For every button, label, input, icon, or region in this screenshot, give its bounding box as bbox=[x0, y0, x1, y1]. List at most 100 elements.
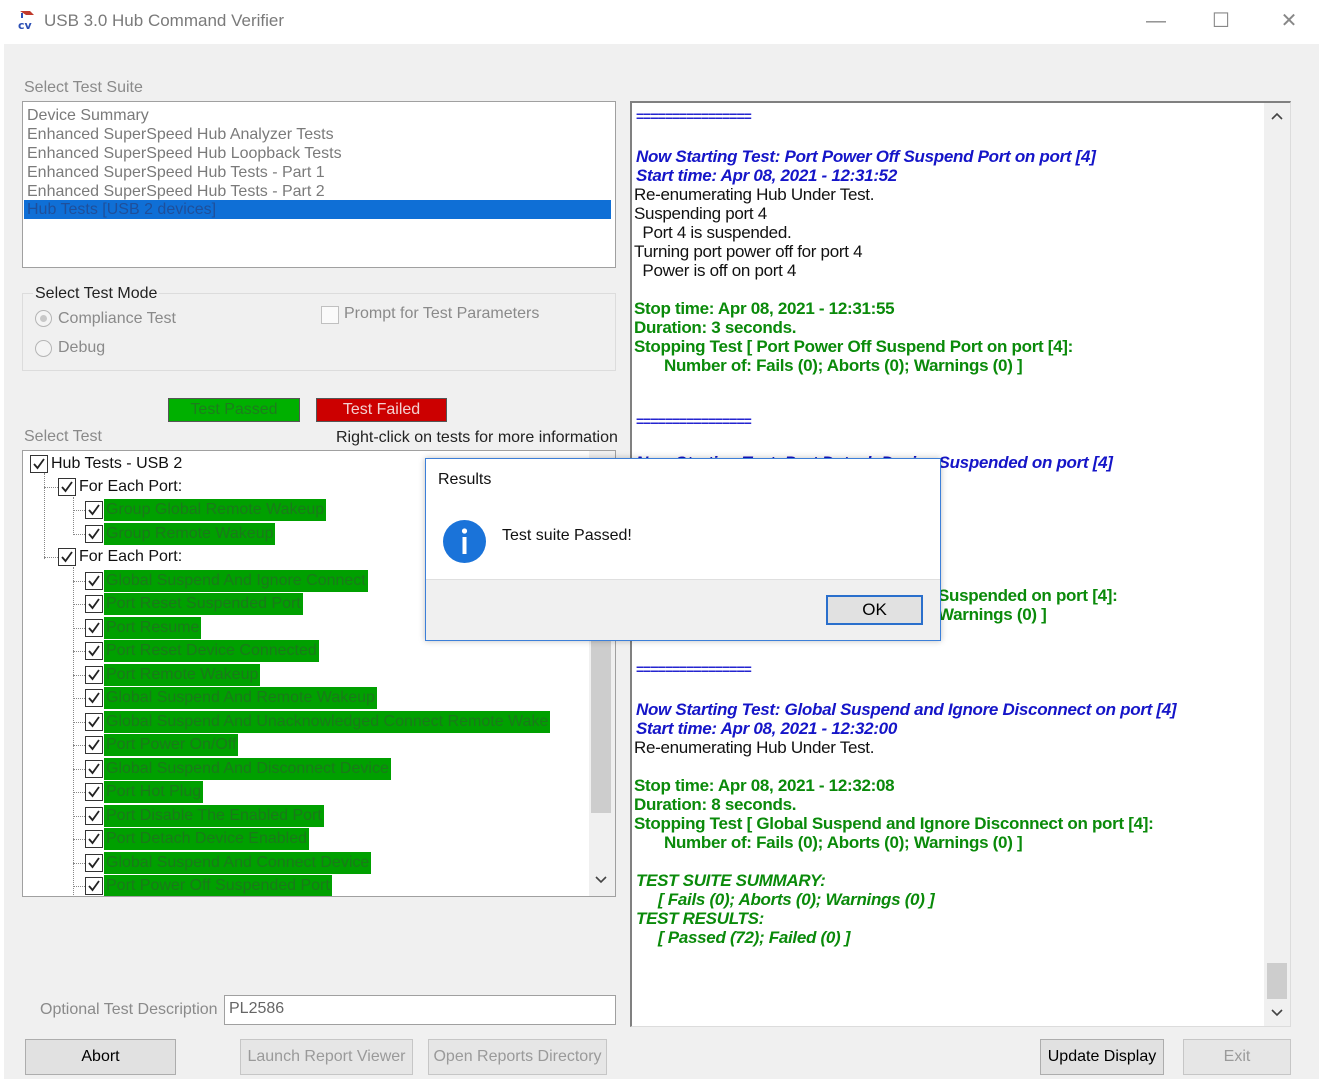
tree-checkbox[interactable] bbox=[85, 807, 103, 825]
results-line: [ Passed (72); Failed (0) ] bbox=[658, 928, 851, 947]
log-start-time: Start time: Apr 08, 2021 - 12:32:00 bbox=[636, 719, 897, 738]
test-item[interactable]: Global Suspend And Unacknowledged Connec… bbox=[104, 711, 551, 733]
tree-checkbox[interactable] bbox=[85, 689, 103, 707]
tree-checkbox[interactable] bbox=[85, 666, 103, 684]
tree-checkbox[interactable] bbox=[85, 619, 103, 637]
log-stopping: Suspended on port [4]: bbox=[938, 586, 1118, 605]
log-counts: Number of: Fails (0); Aborts (0); Warnin… bbox=[664, 356, 1023, 375]
test-item[interactable]: Port Remote Wakeup bbox=[104, 664, 261, 686]
tree-checkbox[interactable] bbox=[85, 830, 103, 848]
tree-group-node[interactable]: For Each Port: bbox=[79, 546, 182, 568]
suite-item-selected[interactable]: Hub Tests [USB 2 devices] bbox=[24, 200, 611, 219]
tree-checkbox[interactable] bbox=[85, 501, 103, 519]
test-item[interactable]: Global Suspend And Disconnect Device bbox=[104, 758, 391, 780]
tree-checkbox[interactable] bbox=[85, 572, 103, 590]
tree-checkbox[interactable] bbox=[85, 854, 103, 872]
tree-checkbox[interactable] bbox=[85, 877, 103, 895]
select-test-label: Select Test bbox=[24, 428, 102, 445]
suite-item[interactable]: Enhanced SuperSpeed Hub Tests - Part 2 bbox=[27, 182, 325, 201]
test-item[interactable]: Port Power Off Suspended Port bbox=[104, 875, 332, 896]
test-item[interactable]: Port Resume bbox=[104, 617, 202, 639]
svg-text:cv: cv bbox=[18, 19, 33, 31]
log-scrollbar[interactable] bbox=[1264, 103, 1290, 1026]
suite-item[interactable]: Device Summary bbox=[27, 106, 149, 125]
test-item[interactable]: Group Remote Wakeup bbox=[104, 523, 276, 545]
tree-checkbox[interactable] bbox=[85, 713, 103, 731]
select-test-suite-label: Select Test Suite bbox=[24, 79, 143, 96]
test-suite-list[interactable]: Device Summary Enhanced SuperSpeed Hub A… bbox=[22, 101, 616, 268]
results-title: TEST RESULTS: bbox=[636, 909, 765, 928]
scroll-up-icon[interactable] bbox=[1271, 111, 1283, 121]
tree-checkbox[interactable] bbox=[85, 595, 103, 613]
log-separator: ================ bbox=[636, 661, 752, 677]
test-item[interactable]: Port Reset Suspended Port bbox=[104, 593, 303, 615]
test-item[interactable]: Port Hot Plug bbox=[104, 781, 204, 803]
log-scroll-thumb[interactable] bbox=[1267, 963, 1287, 999]
tree-scroll-thumb[interactable] bbox=[591, 621, 611, 813]
prompt-checkbox[interactable] bbox=[321, 306, 339, 324]
test-item[interactable]: Port Reset Device Connected bbox=[104, 640, 319, 662]
suite-item[interactable]: Enhanced SuperSpeed Hub Loopback Tests bbox=[27, 144, 342, 163]
title-bar: cv USB 3.0 Hub Command Verifier — ☐ ✕ bbox=[0, 0, 1319, 44]
log-line: Re-enumerating Hub Under Test. bbox=[634, 185, 875, 204]
tree-checkbox[interactable] bbox=[30, 455, 48, 473]
tree-checkbox[interactable] bbox=[58, 478, 76, 496]
tree-checkbox[interactable] bbox=[58, 548, 76, 566]
log-counts: Warnings (0) ] bbox=[938, 605, 1047, 624]
debug-radio[interactable] bbox=[35, 340, 52, 357]
tree-checkbox[interactable] bbox=[85, 642, 103, 660]
log-start-line: Now Starting Test: Global Suspend and Ig… bbox=[636, 700, 1177, 719]
test-item[interactable]: Global Suspend And Ignore Connect bbox=[104, 570, 368, 592]
minimize-button[interactable]: — bbox=[1141, 8, 1171, 34]
summary-line: [ Fails (0); Aborts (0); Warnings (0) ] bbox=[658, 890, 935, 909]
update-display-button[interactable]: Update Display bbox=[1040, 1039, 1164, 1075]
info-icon bbox=[442, 519, 487, 564]
test-item[interactable]: Port Detach Device Enabled bbox=[104, 828, 309, 850]
log-separator: ================ bbox=[636, 413, 752, 429]
window-title: USB 3.0 Hub Command Verifier bbox=[44, 11, 284, 30]
tree-checkbox[interactable] bbox=[85, 525, 103, 543]
dialog-footer: OK bbox=[426, 579, 940, 640]
log-counts: Number of: Fails (0); Aborts (0); Warnin… bbox=[664, 833, 1023, 852]
ok-button[interactable]: OK bbox=[826, 595, 923, 625]
prompt-label: Prompt for Test Parameters bbox=[344, 305, 540, 322]
tree-checkbox[interactable] bbox=[85, 783, 103, 801]
log-line: Port 4 is suspended. bbox=[638, 223, 792, 242]
abort-button[interactable]: Abort bbox=[25, 1039, 176, 1075]
log-start-line: Now Starting Test: Port Power Off Suspen… bbox=[636, 147, 1096, 166]
test-item[interactable]: Global Suspend And Remote Wakeup bbox=[104, 687, 377, 709]
tree-group-node[interactable]: For Each Port: bbox=[79, 476, 182, 498]
log-stop-time: Stop time: Apr 08, 2021 - 12:31:55 bbox=[634, 299, 895, 318]
tree-checkbox[interactable] bbox=[85, 736, 103, 754]
suite-item[interactable]: Enhanced SuperSpeed Hub Analyzer Tests bbox=[27, 125, 334, 144]
launch-report-viewer-button[interactable]: Launch Report Viewer bbox=[240, 1039, 413, 1075]
dialog-title: Results bbox=[438, 471, 492, 488]
test-item[interactable]: Port Power On/Off bbox=[104, 734, 239, 756]
log-stop-time: Stop time: Apr 08, 2021 - 12:32:08 bbox=[634, 776, 895, 795]
scroll-down-icon[interactable] bbox=[595, 875, 607, 885]
test-failed-legend: Test Failed bbox=[316, 398, 447, 422]
description-label: Optional Test Description bbox=[40, 1001, 218, 1018]
exit-button[interactable]: Exit bbox=[1183, 1039, 1291, 1075]
test-item[interactable]: Group Global Remote Wakeup bbox=[104, 499, 327, 521]
dialog-message: Test suite Passed! bbox=[502, 527, 632, 544]
maximize-button[interactable]: ☐ bbox=[1206, 8, 1236, 34]
log-line: Turning port power off for port 4 bbox=[634, 242, 863, 261]
tree-checkbox[interactable] bbox=[85, 760, 103, 778]
close-button[interactable]: ✕ bbox=[1274, 8, 1304, 34]
compliance-radio[interactable] bbox=[35, 310, 52, 327]
scroll-down-icon[interactable] bbox=[1271, 1008, 1283, 1018]
compliance-label: Compliance Test bbox=[58, 310, 176, 327]
suite-item[interactable]: Enhanced SuperSpeed Hub Tests - Part 1 bbox=[27, 163, 325, 182]
log-start-time: Start time: Apr 08, 2021 - 12:31:52 bbox=[636, 166, 897, 185]
tree-root-node[interactable]: Hub Tests - USB 2 bbox=[51, 453, 182, 475]
log-separator: ================ bbox=[636, 108, 752, 124]
right-click-hint: Right-click on tests for more informatio… bbox=[336, 429, 618, 446]
summary-title: TEST SUITE SUMMARY: bbox=[636, 871, 826, 890]
select-test-mode-label: Select Test Mode bbox=[33, 285, 160, 303]
open-reports-directory-button[interactable]: Open Reports Directory bbox=[428, 1039, 607, 1075]
test-item[interactable]: Global Suspend And Connect Device bbox=[104, 852, 372, 874]
description-input[interactable]: PL2586 bbox=[224, 995, 616, 1025]
log-line: Power is off on port 4 bbox=[638, 261, 797, 280]
test-item[interactable]: Port Disable The Enabled Port bbox=[104, 805, 324, 827]
